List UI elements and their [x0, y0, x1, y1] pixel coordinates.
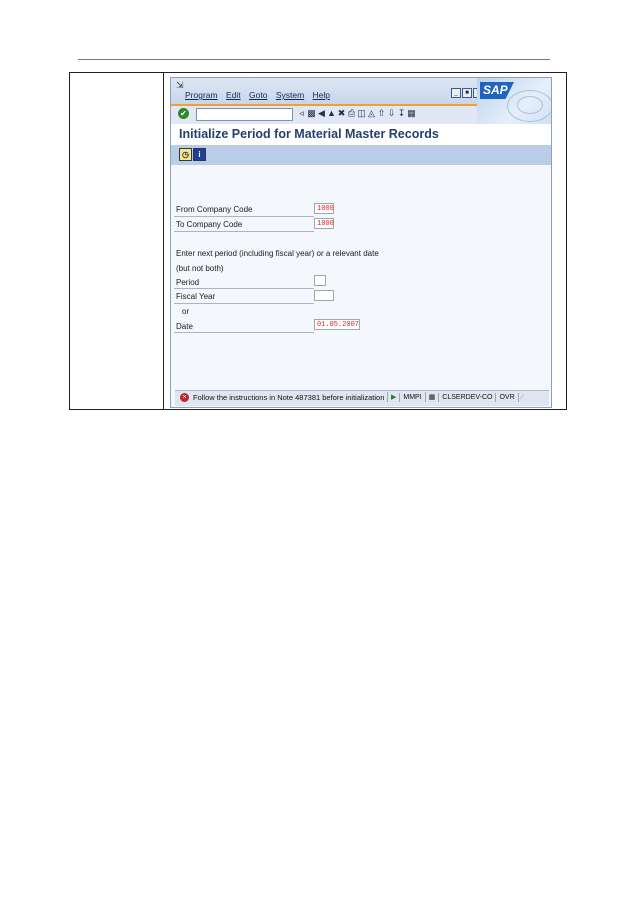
toolbar-icons: ◃ ▩◀▲✖ ⎙◫◬ ⇧⇩↧▦ [297, 108, 417, 119]
standard-toolbar: ✔ ◃ ▩◀▲✖ ⎙◫◬ ⇧⇩↧▦ [171, 104, 477, 124]
to-company-underline [174, 231, 314, 232]
status-server: CLSERDEV-CO [438, 393, 495, 402]
fiscal-year-label: Fiscal Year [176, 292, 216, 301]
from-company-field[interactable]: 1000 [314, 203, 334, 214]
fiscal-year-field[interactable] [314, 290, 334, 301]
status-toggle-icon[interactable]: ▶ [387, 392, 399, 402]
table-column-divider [163, 73, 164, 409]
find-icon[interactable]: ◫ [357, 108, 367, 119]
cancel-icon[interactable]: ✖ [337, 108, 347, 119]
sap-logo-mark: SAP [480, 82, 514, 99]
page-header-rule [78, 59, 550, 60]
history-icon[interactable]: ◃ [297, 108, 307, 119]
back-icon[interactable]: ◀ [317, 108, 327, 119]
execute-icon[interactable]: ◷ [179, 148, 192, 161]
date-field[interactable]: 01.05.2007 [314, 319, 360, 330]
command-field[interactable] [196, 108, 293, 121]
from-company-label: From Company Code [176, 205, 253, 214]
period-label: Period [176, 278, 200, 287]
session-icon[interactable]: ▦ [424, 392, 439, 402]
menu-goto[interactable]: Goto [249, 90, 267, 100]
find-next-icon[interactable]: ◬ [367, 108, 377, 119]
maximize-icon[interactable]: ■ [462, 88, 472, 98]
enter-check-icon[interactable]: ✔ [178, 108, 189, 119]
exit-icon[interactable]: ▲ [327, 108, 337, 119]
save-icon[interactable]: ▩ [307, 108, 317, 119]
fiscal-year-underline [174, 303, 314, 304]
layout-icon[interactable]: ▦ [407, 108, 417, 119]
error-icon: × [180, 393, 189, 402]
menu-list: Program Edit Goto System Help [185, 90, 336, 100]
instruction-note: (but not both) [176, 264, 224, 273]
status-transaction: MMPI [399, 393, 424, 402]
status-mode: OVR [495, 393, 517, 402]
next-page-icon[interactable]: ⇩ [387, 108, 397, 119]
exit-icon[interactable]: ⇲ [176, 80, 184, 91]
first-page-icon[interactable]: ⇧ [377, 108, 387, 119]
sap-window: ⇲ Program Edit Goto System Help _■× SAP … [170, 77, 552, 408]
status-bar: × Follow the instructions in Note 487381… [175, 390, 549, 406]
or-label: or [182, 307, 190, 316]
minimize-icon[interactable]: _ [451, 88, 461, 98]
status-message[interactable]: Follow the instructions in Note 487381 b… [193, 393, 384, 402]
period-underline [174, 288, 314, 289]
instruction-text: Enter next period (including fiscal year… [176, 249, 379, 258]
menu-edit[interactable]: Edit [226, 90, 241, 100]
lock-icon: ∕ [517, 393, 526, 402]
application-toolbar: ◷ i [171, 145, 551, 165]
status-info: ▶ MMPI ▦ CLSERDEV-CO OVR ∕ [387, 392, 526, 402]
date-label: Date [176, 322, 193, 331]
to-company-field[interactable]: 1000 [314, 218, 334, 229]
last-page-icon[interactable]: ↧ [397, 108, 407, 119]
page-title: Initialize Period for Material Master Re… [179, 127, 439, 141]
menu-system[interactable]: System [276, 90, 304, 100]
period-field[interactable] [314, 275, 326, 286]
from-company-underline [174, 216, 314, 217]
menu-program[interactable]: Program [185, 90, 218, 100]
print-icon[interactable]: ⎙ [347, 108, 357, 119]
menu-help[interactable]: Help [313, 90, 330, 100]
info-icon[interactable]: i [193, 148, 206, 161]
screen-title-bar: Initialize Period for Material Master Re… [171, 124, 551, 146]
date-underline [174, 332, 314, 333]
to-company-label: To Company Code [176, 220, 243, 229]
logo-ripple-inner [517, 96, 543, 114]
sap-logo: SAP [477, 78, 551, 126]
